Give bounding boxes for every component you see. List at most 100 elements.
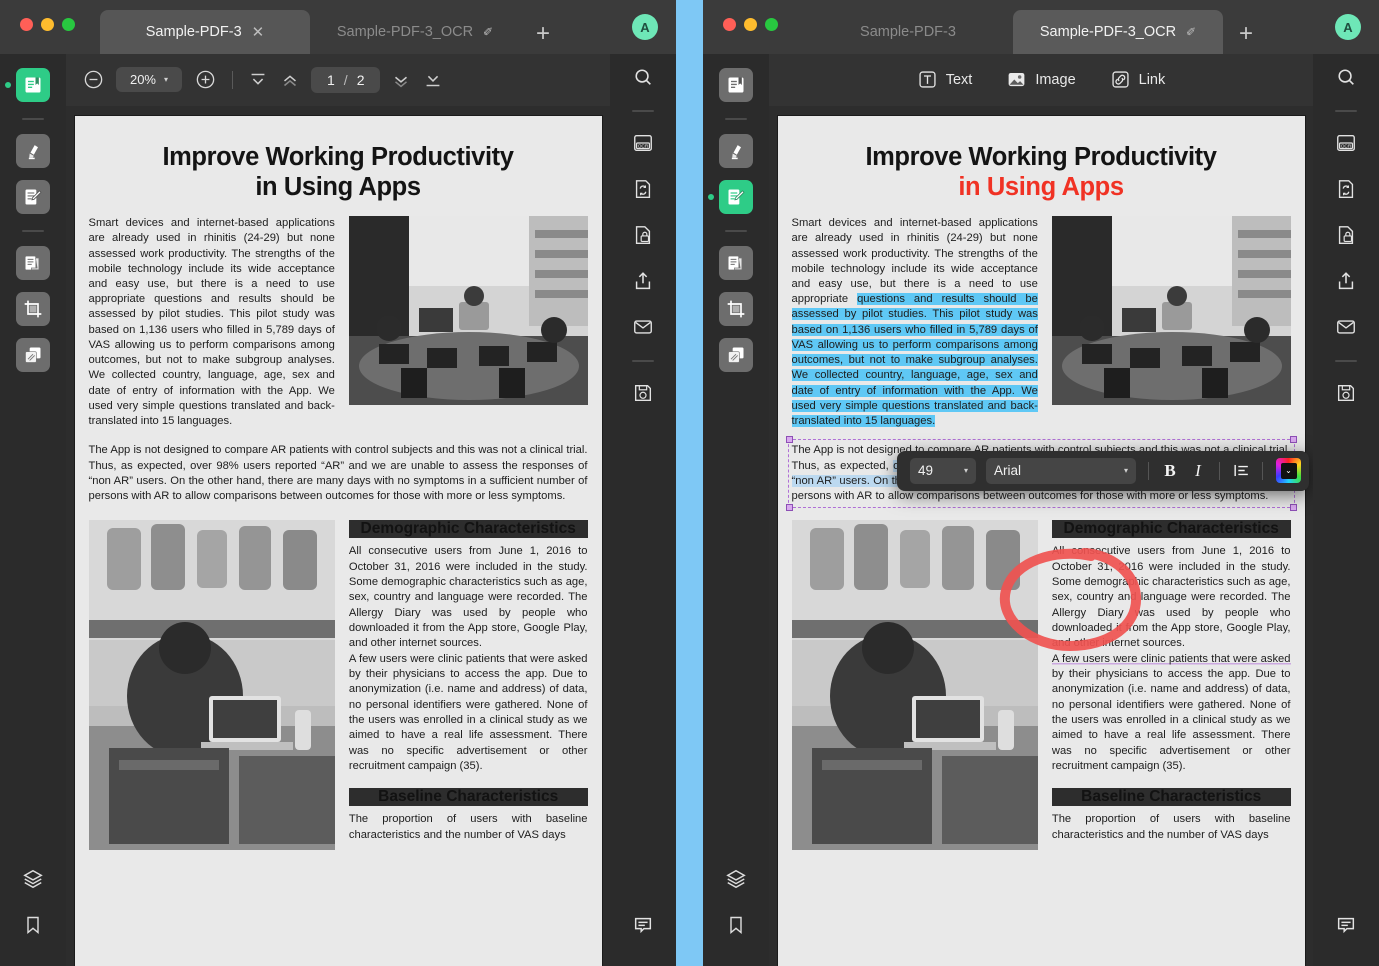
sidebar-item-layers[interactable] bbox=[719, 862, 753, 896]
title-line-2: in Using Apps bbox=[792, 172, 1291, 202]
pdf-viewport-left[interactable]: Improve Working Productivity in Using Ap… bbox=[66, 106, 610, 966]
ocr-button[interactable]: OCR bbox=[626, 126, 660, 160]
chevron-down-double-icon bbox=[390, 69, 412, 91]
edit-note-icon bbox=[23, 187, 43, 207]
tab-sample-pdf-3[interactable]: Sample-PDF-3 ✕ bbox=[100, 10, 310, 54]
window-controls-left[interactable] bbox=[20, 18, 75, 31]
sidebar-item-highlight-tool[interactable] bbox=[719, 134, 753, 168]
sidebar-item-annotate-tool[interactable] bbox=[16, 180, 50, 214]
window-body-right: Text Image Link Impro bbox=[703, 54, 1379, 966]
search-button[interactable] bbox=[1329, 60, 1363, 94]
first-page-button[interactable] bbox=[247, 69, 269, 91]
sidebar-item-bookmarks[interactable] bbox=[16, 908, 50, 942]
tab-sample-pdf-3-ocr[interactable]: Sample-PDF-3_OCR ✐ bbox=[1013, 10, 1223, 54]
close-window-button[interactable] bbox=[723, 18, 736, 31]
sidebar-item-crop-tool[interactable] bbox=[16, 292, 50, 326]
close-window-button[interactable] bbox=[20, 18, 33, 31]
tab-sample-pdf-3[interactable]: Sample-PDF-3 bbox=[803, 10, 1013, 54]
highlighter-icon bbox=[726, 141, 746, 161]
font-size-select[interactable]: 49 ▾ bbox=[910, 458, 976, 484]
tab-label: Sample-PDF-3 bbox=[860, 24, 956, 40]
page-number-input[interactable]: 1 / 2 bbox=[311, 67, 380, 93]
toolbar-divider bbox=[232, 71, 233, 89]
new-tab-button[interactable]: + bbox=[1239, 22, 1253, 46]
zoom-in-button[interactable] bbox=[192, 67, 218, 93]
last-page-button[interactable] bbox=[422, 69, 444, 91]
tab-sample-pdf-3-ocr[interactable]: Sample-PDF-3_OCR ✐ bbox=[310, 10, 520, 54]
avatar[interactable]: A bbox=[1335, 14, 1361, 40]
zoom-level-select[interactable]: 20% ▾ bbox=[116, 67, 182, 92]
pencil-icon[interactable]: ✐ bbox=[1186, 26, 1196, 38]
save-icon bbox=[632, 382, 654, 404]
convert-button[interactable] bbox=[1329, 172, 1363, 206]
baseline-paragraph: The proportion of users with baseline ch… bbox=[1052, 812, 1291, 843]
resize-handle-bottom-right[interactable] bbox=[1290, 504, 1297, 511]
edit-link-button[interactable]: Link bbox=[1110, 69, 1166, 90]
rail-divider bbox=[1335, 360, 1357, 362]
ocr-button[interactable]: OCR bbox=[1329, 126, 1363, 160]
pdf-viewport-right[interactable]: Improve Working Productivity in Using Ap… bbox=[769, 106, 1313, 966]
sidebar-item-bookmarks[interactable] bbox=[719, 908, 753, 942]
window-controls-right[interactable] bbox=[723, 18, 778, 31]
crop-icon bbox=[726, 299, 746, 319]
document-title: Improve Working Productivity in Using Ap… bbox=[89, 142, 588, 202]
resize-handle-bottom-left[interactable] bbox=[786, 504, 793, 511]
minimize-window-button[interactable] bbox=[744, 18, 757, 31]
maximize-window-button[interactable] bbox=[765, 18, 778, 31]
align-left-button[interactable] bbox=[1227, 458, 1255, 484]
plus-circle-icon bbox=[195, 69, 216, 90]
previous-page-button[interactable] bbox=[279, 69, 301, 91]
share-button[interactable] bbox=[626, 264, 660, 298]
save-icon bbox=[1335, 382, 1357, 404]
close-icon[interactable]: ✕ bbox=[252, 25, 265, 40]
italic-button[interactable]: I bbox=[1184, 458, 1212, 484]
sidebar-item-crop-tool[interactable] bbox=[719, 292, 753, 326]
email-button[interactable] bbox=[626, 310, 660, 344]
bold-button[interactable]: B bbox=[1156, 458, 1184, 484]
font-family-select[interactable]: Arial ▾ bbox=[986, 458, 1136, 484]
avatar[interactable]: A bbox=[632, 14, 658, 40]
pencil-icon[interactable]: ✐ bbox=[483, 26, 493, 38]
left-toolrail bbox=[703, 54, 769, 966]
edit-image-button[interactable]: Image bbox=[1006, 69, 1075, 90]
tab-label: Sample-PDF-3_OCR bbox=[337, 24, 473, 40]
heading-demographic-characteristics: Demographic Characteristics bbox=[1052, 520, 1291, 538]
sidebar-item-highlight-tool[interactable] bbox=[16, 134, 50, 168]
bookmark-icon bbox=[23, 914, 43, 936]
resize-handle-top-right[interactable] bbox=[1290, 436, 1297, 443]
minimize-window-button[interactable] bbox=[41, 18, 54, 31]
sidebar-item-layers[interactable] bbox=[16, 862, 50, 896]
zoom-out-button[interactable] bbox=[80, 67, 106, 93]
total-pages-value: 2 bbox=[357, 72, 365, 88]
email-button[interactable] bbox=[1329, 310, 1363, 344]
edit-text-button[interactable]: Text bbox=[917, 69, 973, 90]
resize-handle-top-left[interactable] bbox=[786, 436, 793, 443]
titlebar-right: Sample-PDF-3 Sample-PDF-3_OCR ✐ + A bbox=[703, 0, 1379, 54]
sidebar-item-reader-mode[interactable] bbox=[719, 68, 753, 102]
save-button[interactable] bbox=[626, 376, 660, 410]
comments-button[interactable] bbox=[626, 908, 660, 942]
protect-button[interactable] bbox=[626, 218, 660, 252]
lock-doc-icon bbox=[1335, 224, 1357, 246]
next-page-button[interactable] bbox=[390, 69, 412, 91]
sidebar-item-annotate-tool[interactable] bbox=[719, 180, 753, 214]
sidebar-item-reader-mode[interactable] bbox=[16, 68, 50, 102]
convert-button[interactable] bbox=[626, 172, 660, 206]
sidebar-item-combine-tool[interactable] bbox=[16, 338, 50, 372]
link-icon bbox=[1110, 69, 1131, 90]
text-color-picker[interactable]: ⌄ bbox=[1276, 458, 1301, 483]
comments-button[interactable] bbox=[1329, 908, 1363, 942]
save-button[interactable] bbox=[1329, 376, 1363, 410]
share-button[interactable] bbox=[1329, 264, 1363, 298]
maximize-window-button[interactable] bbox=[62, 18, 75, 31]
sidebar-item-page-organize[interactable] bbox=[16, 246, 50, 280]
sidebar-item-page-organize[interactable] bbox=[719, 246, 753, 280]
new-tab-button[interactable]: + bbox=[536, 22, 550, 46]
font-size-value: 49 bbox=[918, 463, 933, 478]
tab-bar-left: Sample-PDF-3 ✕ Sample-PDF-3_OCR ✐ + bbox=[100, 0, 564, 54]
demographic-paragraph-1: All consecutive users from June 1, 2016 … bbox=[349, 544, 588, 651]
sidebar-item-combine-tool[interactable] bbox=[719, 338, 753, 372]
search-button[interactable] bbox=[626, 60, 660, 94]
pdf-window-left: Sample-PDF-3 ✕ Sample-PDF-3_OCR ✐ + A bbox=[0, 0, 676, 966]
protect-button[interactable] bbox=[1329, 218, 1363, 252]
